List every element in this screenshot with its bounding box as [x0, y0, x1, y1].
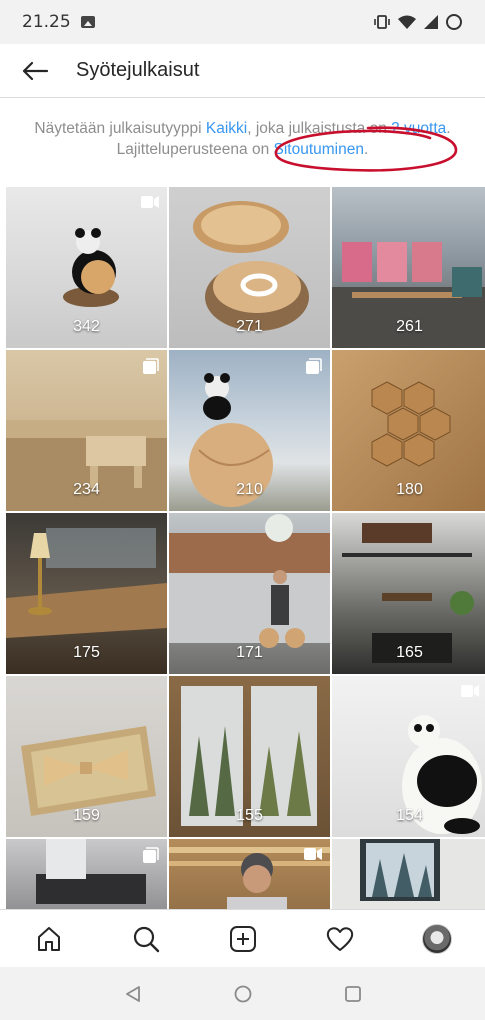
post-type-link[interactable]: Kaikki — [206, 120, 247, 137]
system-navigation-bar — [0, 967, 485, 1020]
engagement-count: 154 — [396, 807, 423, 824]
post-tile[interactable]: 261 — [332, 187, 485, 348]
engagement-count: 210 — [236, 481, 263, 498]
video-icon — [304, 848, 322, 860]
square-recents-icon — [344, 985, 361, 1002]
engagement-count: 175 — [73, 644, 100, 661]
post-tile[interactable]: 159 — [6, 676, 167, 837]
info-text-1: Näytetään julkaisutyyppi — [34, 120, 206, 137]
heart-icon — [326, 926, 353, 951]
system-recents-button[interactable] — [333, 974, 373, 1014]
post-tile[interactable]: 154 — [332, 676, 485, 837]
engagement-count: 271 — [236, 318, 263, 335]
post-tile[interactable] — [169, 839, 330, 909]
filter-description: Näytetään julkaisutyyppi Kaikki, joka ju… — [24, 118, 461, 160]
post-grid: 342 271 261 234 210 180 175 171 165 159 … — [6, 187, 485, 909]
info-text-4: . — [364, 141, 369, 158]
wifi-icon — [398, 15, 416, 29]
video-icon — [461, 685, 479, 697]
time-period-link[interactable]: 2 vuotta — [391, 120, 446, 137]
info-text-2: , joka julkaistusta on — [247, 120, 392, 137]
image-notification-icon — [80, 16, 95, 28]
post-tile[interactable]: 342 — [6, 187, 167, 348]
post-tile[interactable]: 171 — [169, 513, 330, 674]
post-tile[interactable] — [332, 839, 485, 909]
post-tile[interactable]: 175 — [6, 513, 167, 674]
post-tile[interactable]: 210 — [169, 350, 330, 511]
cellular-signal-icon — [424, 15, 438, 29]
post-tile[interactable] — [6, 839, 167, 909]
system-home-button[interactable] — [223, 974, 263, 1014]
carousel-icon — [306, 358, 322, 374]
post-tile[interactable]: 234 — [6, 350, 167, 511]
system-back-button[interactable] — [113, 974, 153, 1014]
circle-home-icon — [234, 985, 251, 1002]
triangle-back-icon — [125, 985, 140, 1002]
vibrate-icon — [374, 15, 390, 29]
post-tile[interactable]: 180 — [332, 350, 485, 511]
post-tile[interactable]: 165 — [332, 513, 485, 674]
nav-profile[interactable] — [413, 915, 461, 963]
back-arrow-icon — [22, 61, 49, 80]
battery-icon — [446, 14, 462, 30]
engagement-count: 234 — [73, 481, 100, 498]
nav-home[interactable] — [25, 915, 73, 963]
carousel-icon — [143, 358, 159, 374]
carousel-icon — [143, 847, 159, 863]
sort-criteria-link[interactable]: Sitoutuminen — [274, 141, 364, 158]
status-bar: 21.25 — [0, 0, 485, 44]
app-header: Syötejulkaisut — [0, 44, 485, 98]
engagement-count: 159 — [73, 807, 100, 824]
nav-search[interactable] — [122, 915, 170, 963]
nav-activity[interactable] — [316, 915, 364, 963]
engagement-count: 180 — [396, 481, 423, 498]
engagement-count: 171 — [236, 644, 263, 661]
status-indicators — [373, 13, 463, 31]
back-button[interactable] — [0, 44, 70, 98]
search-icon — [133, 926, 159, 952]
engagement-count: 165 — [396, 644, 423, 661]
engagement-count: 155 — [236, 807, 263, 824]
nav-new-post[interactable] — [219, 915, 267, 963]
home-icon — [37, 926, 60, 951]
profile-avatar — [421, 923, 452, 954]
post-tile[interactable]: 271 — [169, 187, 330, 348]
status-time: 21.25 — [22, 12, 71, 32]
post-image — [360, 839, 440, 901]
engagement-count: 261 — [396, 318, 423, 335]
page-title: Syötejulkaisut — [76, 59, 200, 81]
new-post-icon — [229, 925, 256, 952]
video-icon — [141, 196, 159, 208]
engagement-count: 342 — [73, 318, 100, 335]
bottom-navigation — [0, 909, 485, 967]
post-tile[interactable]: 155 — [169, 676, 330, 837]
